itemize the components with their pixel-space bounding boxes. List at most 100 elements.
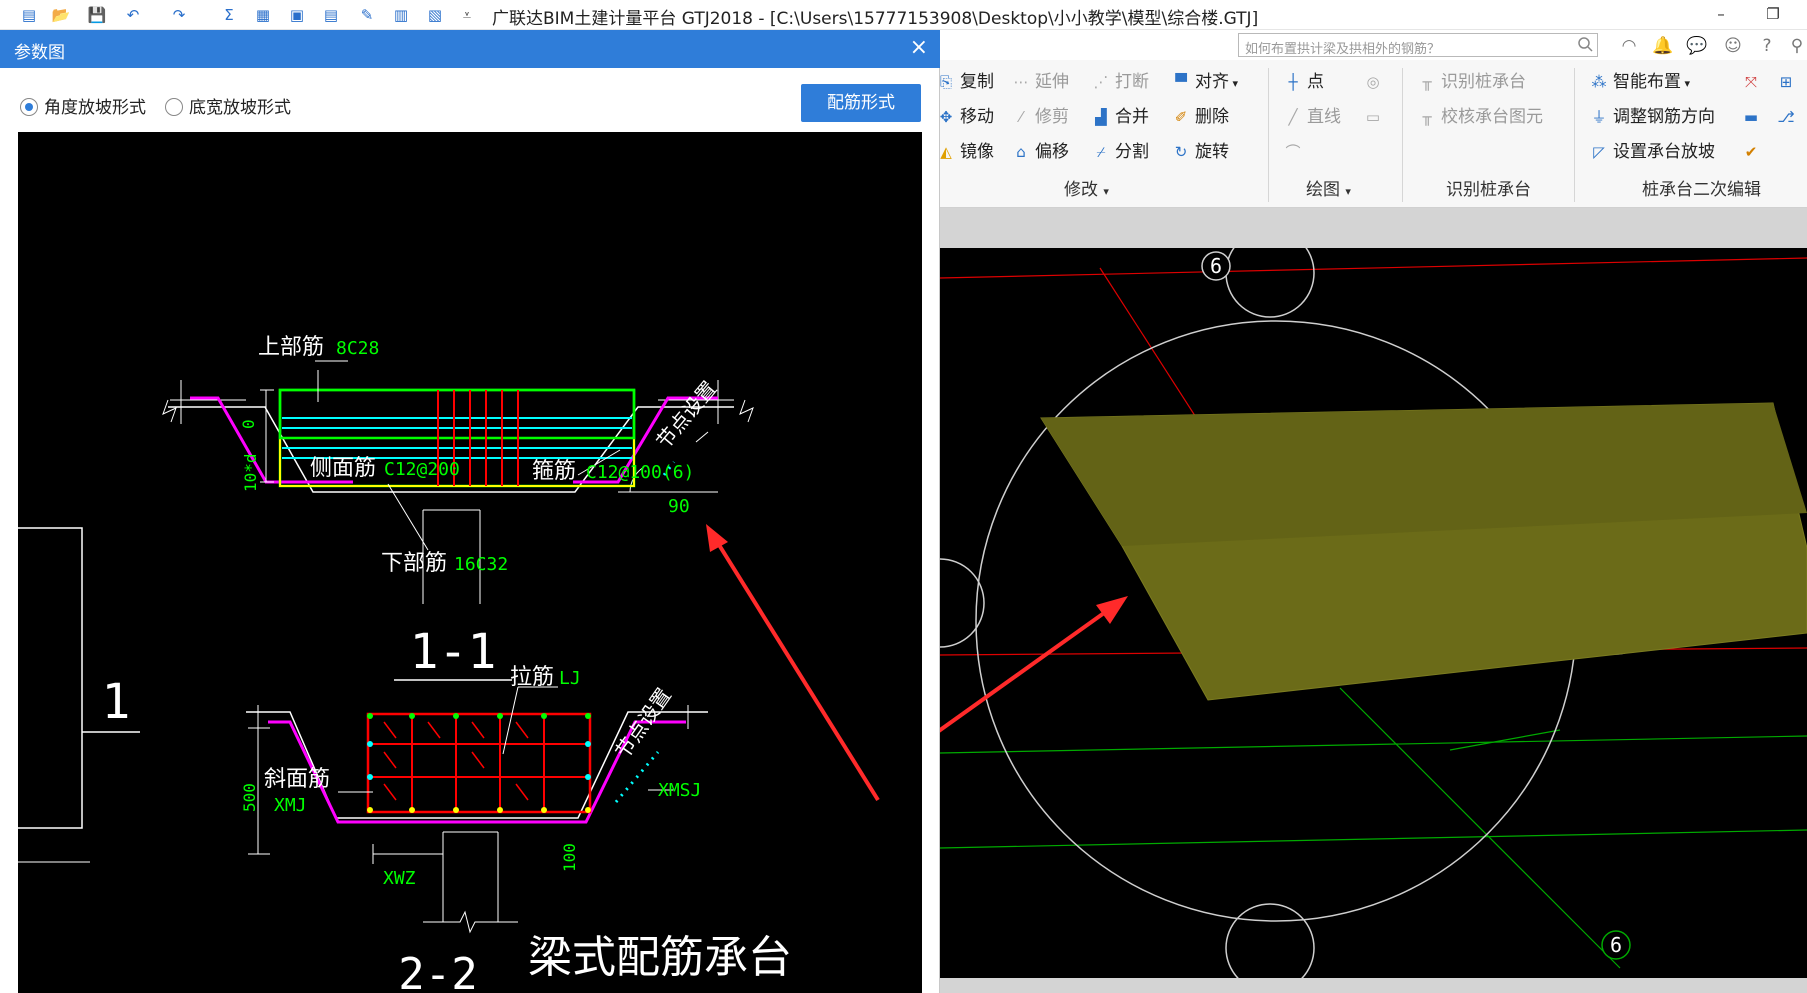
side-section-outline	[18, 527, 83, 829]
check-cap-button[interactable]: ╥ 校核承台图元	[1416, 103, 1543, 131]
config-rebar-button[interactable]: 配筋形式	[801, 84, 921, 122]
side-rebar-label: 侧面筋	[310, 456, 376, 481]
section-label: 2-2	[398, 949, 477, 993]
window-title: 广联达BIM土建计量平台 GTJ2018 - [C:\Users\1577715…	[492, 9, 1259, 29]
stirrup-value: C12@100(6)	[586, 462, 694, 483]
bottom-rebar-value: 16C32	[454, 554, 508, 575]
tool-e-button[interactable]: ✔	[1740, 138, 1765, 166]
bell-icon[interactable]: 🔔	[1652, 35, 1674, 57]
radio-angle-slope[interactable]: 角度放坡形式	[20, 93, 146, 118]
stirrup-label: 箍筋	[532, 459, 576, 484]
radio-width-slope[interactable]: 底宽放坡形式	[165, 93, 291, 118]
tool-b-button[interactable]: ⊞	[1775, 68, 1800, 96]
rotate-label: 旋转	[1195, 142, 1229, 162]
axis-label: 6	[1210, 254, 1222, 278]
title-bar: ▤ 📂 💾 ↶ ↷ Σ ▦ ▣ ▤ ✎ ▥ ▧ ⩡ 广联达BIM土建计量平台 G…	[0, 0, 1807, 30]
grid-icon[interactable]: ▥	[390, 4, 412, 26]
undo-icon[interactable]: ↶	[122, 4, 144, 26]
user-icon[interactable]: ◠	[1618, 35, 1640, 57]
param-drawing: 1 上部筋 8C28 侧面筋 C12@200 箍筋 C12@100(6) 下部筋…	[18, 335, 880, 993]
tool-a-icon: ⤧	[1744, 73, 1757, 91]
side-rebar-value: C12@200	[384, 459, 460, 480]
xmsj-value: XMSJ	[658, 780, 701, 801]
restore-button[interactable]: ❐	[1758, 2, 1788, 26]
service-icon[interactable]: ☺	[1722, 35, 1744, 57]
help-icon[interactable]: ?	[1756, 35, 1778, 57]
arc-button[interactable]: ⌒	[1282, 138, 1307, 166]
adjust-rebar-label: 调整钢筋方向	[1613, 107, 1715, 127]
open-folder-icon[interactable]: 📂	[50, 4, 72, 26]
point-button[interactable]: ┼ 点	[1282, 68, 1324, 96]
pin-icon[interactable]: ⚲	[1786, 35, 1807, 57]
rect-button[interactable]: ▭	[1362, 103, 1387, 131]
redo-icon[interactable]: ↷	[168, 4, 190, 26]
rotate-button[interactable]: ↻ 旋转	[1170, 138, 1229, 166]
merge-label: 合并	[1115, 107, 1149, 127]
align-label: 对齐	[1195, 72, 1229, 92]
minimize-button[interactable]: –	[1706, 2, 1736, 26]
tool-c-button[interactable]: ▬	[1740, 103, 1765, 131]
chat-icon[interactable]: 💬	[1686, 35, 1708, 57]
circle-button[interactable]: ◎	[1362, 68, 1387, 96]
merge-button[interactable]: ▟ 合并	[1090, 103, 1149, 131]
align-button[interactable]: ▀ 对齐 ▾	[1170, 68, 1238, 96]
offset-button[interactable]: ⌂ 偏移	[1010, 138, 1069, 166]
sum-icon[interactable]: Σ	[218, 4, 240, 26]
mirror-button[interactable]: ◭ 镜像	[935, 138, 994, 166]
arc-icon: ⌒	[1285, 143, 1301, 161]
save-icon[interactable]: 💾	[86, 4, 108, 26]
drawing-viewport[interactable]: 6 6	[940, 248, 1807, 978]
viewport-canvas[interactable]: 6 6	[940, 248, 1807, 978]
ribbon-separator	[1268, 68, 1269, 202]
identify-cap-button[interactable]: ╥ 识别桩承台	[1416, 68, 1526, 96]
angle-value: 90	[668, 496, 690, 517]
rect-icon: ▭	[1365, 108, 1381, 126]
identify-cap-label: 识别桩承台	[1441, 72, 1526, 92]
section-2-2: 拉筋 LJ 节点设置 斜面筋 XMJ XMSJ XWZ 500 100 2-2 …	[240, 665, 792, 993]
adjust-rebar-icon: ⏚	[1591, 108, 1607, 126]
delete-button[interactable]: ✐ 删除	[1170, 103, 1229, 131]
draw-group-label[interactable]: 绘图 ▾	[1306, 175, 1351, 200]
move-button[interactable]: ✥ 移动	[935, 103, 994, 131]
search-placeholder: 如何布置拱计梁及拱相外的钢筋？	[1245, 42, 1441, 57]
line-button[interactable]: ╱ 直线	[1282, 103, 1341, 131]
bottom-rebar-label: 下部筋	[381, 551, 447, 576]
extend-icon: ⋯	[1013, 73, 1029, 91]
adjust-rebar-button[interactable]: ⏚ 调整钢筋方向	[1588, 103, 1715, 131]
tool-b-icon: ⊞	[1779, 73, 1793, 91]
modify-group-label[interactable]: 修改 ▾	[1064, 175, 1109, 200]
report-icon[interactable]: ▦	[252, 4, 274, 26]
new-file-icon[interactable]: ▤	[18, 4, 40, 26]
search-input[interactable]: 如何布置拱计梁及拱相外的钢筋？	[1238, 33, 1598, 57]
check-icon[interactable]: ▤	[320, 4, 342, 26]
pen-icon[interactable]: ✎	[356, 4, 378, 26]
trim-button[interactable]: ⁄ 修剪	[1010, 103, 1069, 131]
dialog-title-bar: 参数图 ×	[0, 30, 940, 68]
circle-icon: ◎	[1366, 73, 1380, 91]
trim-icon: ⁄	[1019, 108, 1023, 126]
tie-value: LJ	[559, 668, 581, 689]
move-label: 移动	[960, 107, 994, 127]
copy-button[interactable]: ⎘ 复制	[935, 68, 994, 96]
break-button[interactable]: ⋰ 打断	[1090, 68, 1150, 96]
xwz-value: XWZ	[383, 868, 416, 889]
check-cap-icon: ╥	[1422, 108, 1432, 126]
search-icon[interactable]	[1577, 36, 1593, 52]
split-button[interactable]: ⌿ 分割	[1090, 138, 1149, 166]
export-icon[interactable]: ▧	[424, 4, 446, 26]
identify-icon: ╥	[1422, 73, 1432, 91]
extend-button[interactable]: ⋯ 延伸	[1010, 68, 1070, 96]
red-axis-line	[940, 257, 1807, 279]
red-arrowhead	[1096, 596, 1128, 624]
smart-layout-button[interactable]: ⁂ 智能布置 ▾	[1588, 68, 1691, 96]
customize-icon[interactable]: ⩡	[456, 4, 478, 26]
dialog-title: 参数图	[14, 43, 65, 63]
view-report-icon[interactable]: ▣	[286, 4, 308, 26]
tool-a-button[interactable]: ⤧	[1740, 68, 1765, 96]
set-slope-button[interactable]: ◸ 设置承台放坡	[1588, 138, 1715, 166]
radio-checked-icon	[20, 98, 38, 116]
toolbar-strip	[940, 208, 1807, 248]
tool-d-button[interactable]: ⎇	[1775, 103, 1800, 131]
point-label: 点	[1307, 72, 1324, 92]
close-button[interactable]: ×	[910, 35, 928, 61]
